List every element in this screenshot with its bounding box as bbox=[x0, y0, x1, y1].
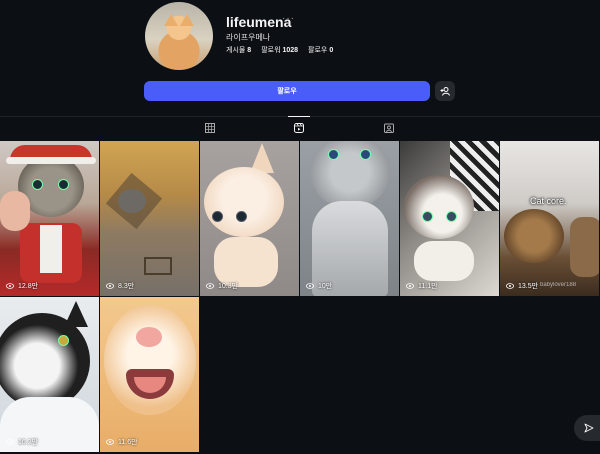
eye-icon bbox=[6, 283, 14, 289]
reels-icon bbox=[294, 123, 304, 133]
eye-icon bbox=[306, 283, 314, 289]
reel-tile[interactable]: 10.3만 bbox=[200, 141, 299, 296]
profile-tabs bbox=[0, 116, 600, 141]
view-count-text: 10만 bbox=[318, 283, 333, 290]
view-count-text: 16.2만 bbox=[18, 439, 39, 446]
reel-tile[interactable]: 16.2만 bbox=[0, 297, 99, 452]
followers-stat[interactable]: 팔로워 1028 bbox=[261, 45, 298, 55]
following-label: 팔로우 bbox=[308, 47, 328, 54]
reel-tile[interactable]: Cat core. 13.5만 babylover188 bbox=[500, 141, 599, 296]
eye-icon bbox=[506, 283, 514, 289]
eye-icon bbox=[106, 283, 114, 289]
view-count-text: 10.3만 bbox=[218, 283, 239, 290]
view-count: 11.1만 bbox=[406, 281, 438, 291]
reel-tile[interactable]: 10만 bbox=[300, 141, 399, 296]
view-count: 12.8만 bbox=[6, 281, 38, 291]
profile-full-name: 라이프우메나 bbox=[226, 33, 271, 42]
reel-caption: Cat core. bbox=[530, 196, 567, 206]
view-count-text: 13.5만 bbox=[518, 283, 539, 290]
profile-avatar[interactable] bbox=[145, 2, 213, 70]
view-count: 10.3만 bbox=[206, 281, 238, 291]
tab-posts[interactable] bbox=[199, 117, 221, 139]
add-user-button[interactable] bbox=[435, 81, 455, 101]
reel-watermark: babylover188 bbox=[540, 282, 577, 288]
eye-icon bbox=[6, 439, 14, 445]
view-count-text: 11.6만 bbox=[118, 439, 138, 446]
eye-icon bbox=[106, 439, 114, 445]
reel-tile[interactable]: 12.8만 bbox=[0, 141, 99, 296]
posts-count: 8 bbox=[247, 47, 252, 54]
tab-tagged[interactable] bbox=[378, 117, 400, 139]
following-stat[interactable]: 팔로우 0 bbox=[308, 45, 333, 55]
follow-button[interactable]: 팔로우 bbox=[144, 81, 430, 101]
posts-stat: 게시물 8 bbox=[226, 45, 251, 55]
view-count: 13.5만 bbox=[506, 281, 538, 291]
grid-icon bbox=[205, 123, 215, 133]
add-user-icon bbox=[440, 86, 450, 96]
view-count: 10만 bbox=[306, 281, 332, 291]
view-count: 11.6만 bbox=[106, 437, 138, 447]
messages-button[interactable] bbox=[574, 415, 600, 441]
view-count: 16.2만 bbox=[6, 437, 38, 447]
view-count-text: 8.3만 bbox=[118, 283, 135, 290]
following-count: 0 bbox=[329, 47, 334, 54]
send-icon bbox=[584, 423, 594, 433]
reel-tile[interactable]: 11.1만 bbox=[400, 141, 499, 296]
reel-tile[interactable]: 11.6만 bbox=[100, 297, 199, 452]
reel-tile[interactable]: 8.3만 bbox=[100, 141, 199, 296]
more-options-icon[interactable]: ··· bbox=[282, 13, 295, 24]
view-count-text: 11.1만 bbox=[418, 283, 438, 290]
tagged-icon bbox=[384, 123, 394, 133]
view-count-text: 12.8만 bbox=[18, 283, 39, 290]
eye-icon bbox=[406, 283, 414, 289]
tab-reels[interactable] bbox=[288, 116, 310, 139]
followers-count: 1028 bbox=[282, 47, 299, 54]
followers-label: 팔로워 bbox=[261, 47, 281, 54]
posts-label: 게시물 bbox=[226, 47, 246, 54]
profile-stats: 게시물 8 팔로워 1028 팔로우 0 bbox=[226, 45, 333, 55]
view-count: 8.3만 bbox=[106, 281, 134, 291]
eye-icon bbox=[206, 283, 214, 289]
